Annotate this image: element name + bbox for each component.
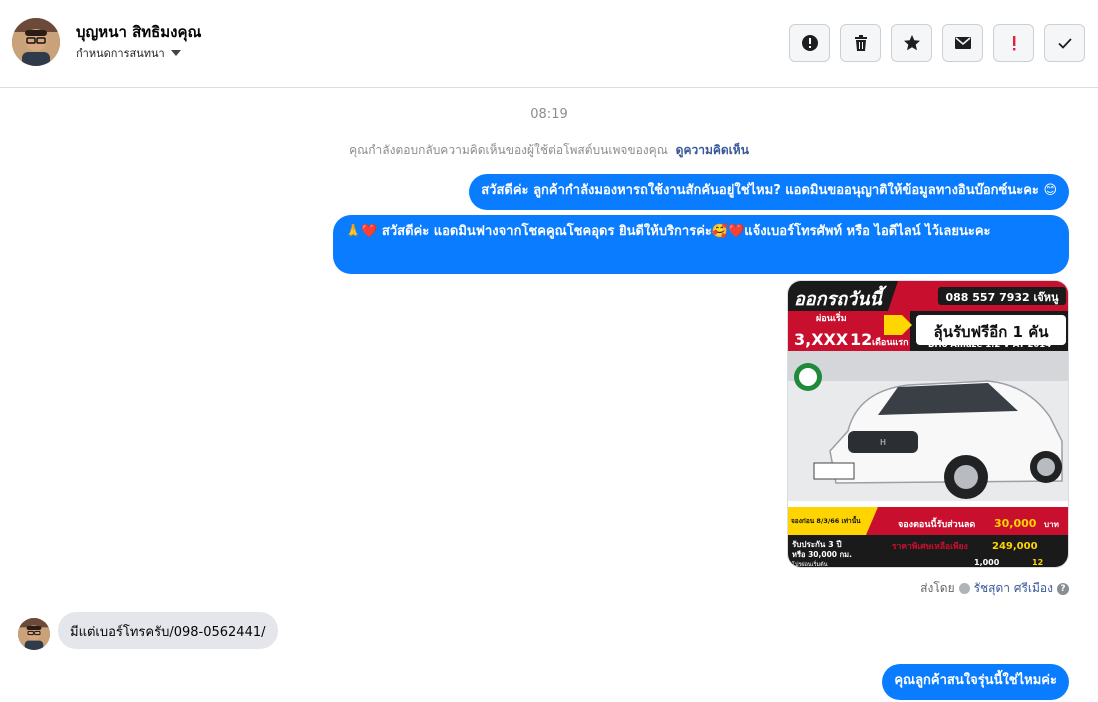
promo-booking-note: จองก่อน 8/3/66 เท่านั้น	[791, 515, 861, 525]
incoming-message[interactable]: มีแต่เบอร์โทรครับ/098-0562441/	[58, 612, 278, 649]
report-icon	[801, 35, 818, 51]
spam-button[interactable]	[993, 24, 1034, 62]
help-icon[interactable]: ?	[1057, 582, 1069, 595]
conversation-actions	[789, 24, 1085, 62]
contact-name[interactable]: บุญหนา สิทธิมงคุณ	[76, 20, 201, 44]
message-timestamp: 08:19	[530, 107, 568, 122]
outgoing-message[interactable]: สวัสดีค่ะ ลูกค้ากำลังมองหารถใช้งานสักคัน…	[469, 174, 1069, 210]
delete-button[interactable]	[840, 24, 881, 62]
chevron-down-icon	[170, 50, 181, 56]
envelope-icon	[954, 37, 971, 49]
promo-phone: 088 557 7932 เจ๊หนู	[945, 291, 1058, 305]
assign-conversation-dropdown[interactable]: กำหนดการสนทนา	[76, 44, 181, 62]
contact-avatar[interactable]	[12, 18, 60, 66]
promo-special-price-label: ราคาพิเศษเหลือเพียง	[892, 541, 968, 552]
car-promo-graphic: ออกรถวันนี้ 088 557 7932 เจ๊หนู ลุ้นรับฟ…	[788, 281, 1068, 568]
notice-text: คุณกำลังตอบกลับความคิดเห็นของผู้ใช้ต่อโพ…	[349, 143, 668, 157]
star-icon	[903, 35, 920, 51]
exclamation-icon	[1012, 36, 1015, 51]
promo-months: 12	[850, 330, 872, 349]
mark-done-button[interactable]	[1044, 24, 1085, 62]
assign-label: กำหนดการสนทนา	[76, 47, 165, 60]
contact-avatar-small[interactable]	[18, 618, 50, 650]
car-promo-image[interactable]: ออกรถวันนี้ 088 557 7932 เจ๊หนู ลุ้นรับฟ…	[787, 280, 1069, 568]
report-button[interactable]	[789, 24, 830, 62]
promo-mileage: หรือ 30,000 กม.	[792, 550, 852, 559]
comment-reply-notice: คุณกำลังตอบกลับความคิดเห็นของผู้ใช้ต่อโพ…	[0, 141, 1098, 160]
view-comment-link[interactable]: ดูความคิดเห็น	[676, 143, 749, 157]
trash-icon	[854, 35, 867, 51]
promo-model: Brio Amaze 1.2 V AT 2014	[928, 340, 1051, 350]
promo-special-price: 249,000	[992, 541, 1038, 552]
mark-unread-button[interactable]	[942, 24, 983, 62]
promo-warranty: รับประกัน 3 ปี	[792, 539, 842, 549]
promo-currency: บาท	[1044, 520, 1059, 529]
promo-discount-value: 30,000	[994, 517, 1037, 530]
promo-headline: ออกรถวันนี้	[794, 285, 887, 310]
car-badge-icon: H	[880, 438, 886, 447]
conversation-header: บุญหนา สิทธิมงคุณ กำหนดการสนทนา	[0, 0, 1098, 88]
sent-by-label: ส่งโดย	[920, 581, 955, 595]
promo-bottom-price: 1,000	[974, 558, 1000, 567]
sent-by-name[interactable]: รัชสุดา ศรีเมือง	[974, 579, 1053, 598]
verified-icon	[958, 583, 970, 594]
promo-bottom-note: โปรผ่อนเริ่มต้น	[792, 560, 828, 568]
star-button[interactable]	[891, 24, 932, 62]
checkmark-icon	[1057, 38, 1072, 49]
outgoing-message[interactable]: 🙏❤️ สวัสดีค่ะ แอดมินฟางจากโชคคูณโชคอุดร …	[333, 215, 1069, 274]
promo-months-label: เดือนแรก	[872, 336, 909, 348]
promo-bottom-months: 12	[1032, 558, 1043, 567]
sent-by-info: ส่งโดย รัชสุดา ศรีเมือง ?	[920, 579, 1069, 598]
outgoing-message[interactable]: คุณลูกค้าสนใจรุ่นนี้ใช่ไหมค่ะ	[882, 664, 1069, 700]
promo-installment: 3,XXX	[794, 330, 849, 349]
